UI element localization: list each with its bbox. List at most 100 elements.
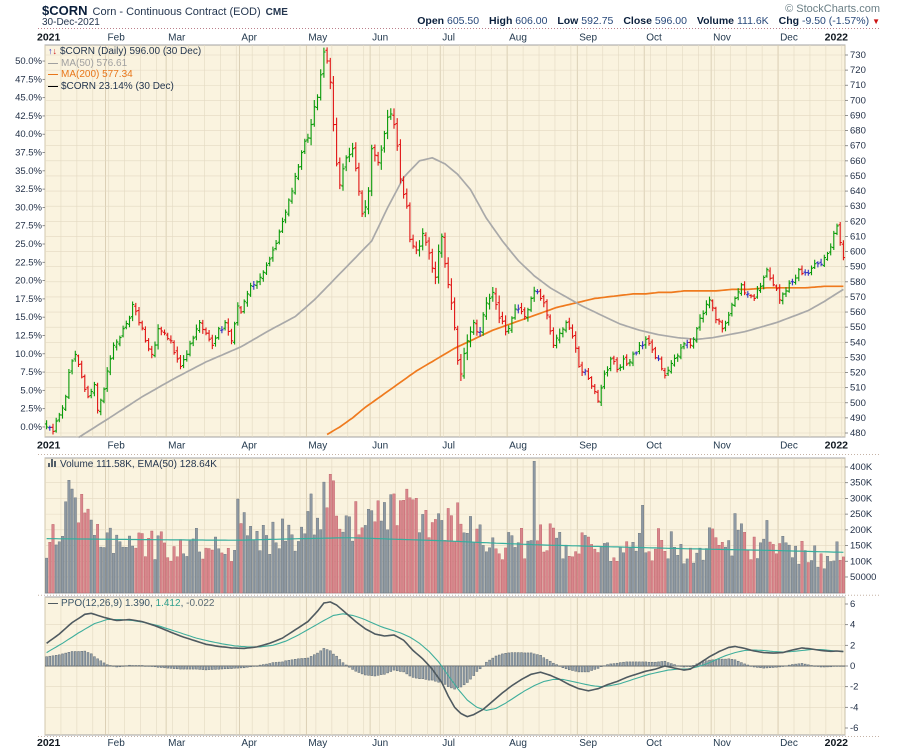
svg-text:Aug: Aug	[509, 33, 527, 44]
page-title: Corn - Continuous Contract (EOD)	[93, 6, 261, 18]
ppo-histogram-value: -0.022	[186, 598, 214, 609]
svg-text:200K: 200K	[850, 525, 873, 536]
price-series-label: $CORN (Daily) 596.00 (30 Dec)	[60, 46, 201, 57]
volume-axis-labels: 400K350K300K250K200K150K100K50000	[845, 462, 876, 583]
svg-text:17.5%: 17.5%	[15, 294, 42, 305]
svg-text:300K: 300K	[850, 493, 873, 504]
percent-axis-labels: 50.0%47.5%45.0%42.5%40.0%37.5%35.0%32.5%…	[15, 56, 45, 433]
svg-text:30.0%: 30.0%	[15, 202, 42, 213]
quote-bar: Open 605.50 High 606.00 Low 592.75 Close…	[410, 15, 880, 27]
svg-text:Nov: Nov	[713, 441, 731, 452]
exchange-label: CME	[266, 7, 288, 18]
svg-text:4: 4	[850, 620, 855, 631]
header: $CORN Corn - Continuous Contract (EOD) CME	[42, 3, 288, 18]
svg-text:560: 560	[850, 307, 866, 318]
svg-text:Jul: Jul	[442, 441, 455, 452]
svg-text:500: 500	[850, 398, 866, 409]
svg-text:530: 530	[850, 352, 866, 363]
svg-text:42.5%: 42.5%	[15, 111, 42, 122]
svg-text:650: 650	[850, 171, 866, 182]
mid-month-axis: 2021FebMarAprMayJunJulAugSepOctNovDec202…	[37, 440, 848, 452]
svg-text:50.0%: 50.0%	[15, 56, 42, 67]
volume-bars-icon	[48, 459, 57, 471]
svg-text:Dec: Dec	[780, 33, 798, 44]
svg-text:640: 640	[850, 186, 866, 197]
svg-text:45.0%: 45.0%	[15, 93, 42, 104]
svg-text:690: 690	[850, 110, 866, 121]
chg-label: Chg	[779, 15, 799, 27]
ppo-label: PPO(12,26,9)	[61, 598, 122, 609]
open-value: 605.50	[447, 15, 479, 27]
svg-text:15.0%: 15.0%	[15, 312, 42, 323]
svg-text:10.0%: 10.0%	[15, 349, 42, 360]
chg-dropdown-icon[interactable]: ▼	[872, 17, 880, 26]
svg-text:0: 0	[850, 661, 855, 672]
svg-text:Nov: Nov	[713, 33, 731, 44]
svg-text:150K: 150K	[850, 541, 873, 552]
svg-text:630: 630	[850, 201, 866, 212]
svg-text:Jul: Jul	[442, 33, 455, 44]
svg-text:700: 700	[850, 95, 866, 106]
svg-text:47.5%: 47.5%	[15, 74, 42, 85]
svg-text:580: 580	[850, 277, 866, 288]
svg-text:2022: 2022	[825, 440, 849, 452]
svg-text:50000: 50000	[850, 572, 876, 583]
svg-text:May: May	[308, 441, 327, 452]
low-label: Low	[557, 15, 578, 27]
svg-text:35.0%: 35.0%	[15, 166, 42, 177]
ma200-label: MA(200) 577.34	[61, 69, 133, 80]
svg-text:540: 540	[850, 337, 866, 348]
panel-backgrounds	[45, 45, 845, 735]
symbol-text: $CORN	[42, 3, 88, 18]
svg-text:670: 670	[850, 141, 866, 152]
svg-text:Aug: Aug	[509, 738, 527, 749]
svg-text:610: 610	[850, 231, 866, 242]
svg-text:660: 660	[850, 156, 866, 167]
svg-text:680: 680	[850, 126, 866, 137]
perf-label: $CORN 23.14% (30 Dec)	[61, 81, 174, 92]
quote-date: 30-Dec-2021	[42, 17, 100, 28]
price-legend: ↑↓$CORN (Daily) 596.00 (30 Dec) —MA(50) …	[48, 46, 201, 92]
perf-line-icon: —	[48, 81, 58, 92]
svg-text:620: 620	[850, 216, 866, 227]
high-label: High	[489, 15, 512, 27]
svg-text:May: May	[308, 738, 327, 749]
svg-text:0.0%: 0.0%	[20, 422, 42, 433]
svg-text:Mar: Mar	[168, 738, 186, 749]
svg-text:25.0%: 25.0%	[15, 239, 42, 250]
svg-text:490: 490	[850, 413, 866, 424]
svg-text:600: 600	[850, 247, 866, 258]
svg-text:2022: 2022	[825, 737, 849, 749]
svg-text:550: 550	[850, 322, 866, 333]
svg-text:Sep: Sep	[579, 441, 597, 452]
svg-text:Mar: Mar	[168, 441, 186, 452]
svg-text:730: 730	[850, 50, 866, 61]
svg-text:2021: 2021	[37, 737, 61, 749]
svg-text:Dec: Dec	[780, 441, 798, 452]
ppo-axis-labels: 6420-2-4-6	[845, 599, 858, 734]
svg-text:22.5%: 22.5%	[15, 257, 42, 268]
ppo-legend: —PPO(12,26,9) 1.390, 1.412, -0.022	[48, 598, 214, 610]
svg-text:Dec: Dec	[780, 738, 798, 749]
svg-text:Oct: Oct	[646, 441, 662, 452]
svg-text:720: 720	[850, 65, 866, 76]
svg-text:570: 570	[850, 292, 866, 303]
close-label: Close	[623, 15, 652, 27]
stockcharts-page: 50.0%47.5%45.0%42.5%40.0%37.5%35.0%32.5%…	[0, 0, 900, 750]
svg-text:-6: -6	[850, 723, 858, 734]
svg-text:510: 510	[850, 383, 866, 394]
svg-text:Oct: Oct	[646, 33, 662, 44]
svg-text:250K: 250K	[850, 509, 873, 520]
close-value: 596.00	[655, 15, 687, 27]
svg-text:May: May	[308, 33, 327, 44]
svg-text:27.5%: 27.5%	[15, 221, 42, 232]
open-label: Open	[417, 15, 444, 27]
svg-text:710: 710	[850, 80, 866, 91]
svg-text:2021: 2021	[37, 440, 61, 452]
svg-text:-4: -4	[850, 702, 858, 713]
svg-text:100K: 100K	[850, 556, 873, 567]
svg-text:Feb: Feb	[108, 33, 126, 44]
svg-text:520: 520	[850, 368, 866, 379]
svg-text:Jun: Jun	[372, 441, 388, 452]
svg-text:Sep: Sep	[579, 33, 597, 44]
